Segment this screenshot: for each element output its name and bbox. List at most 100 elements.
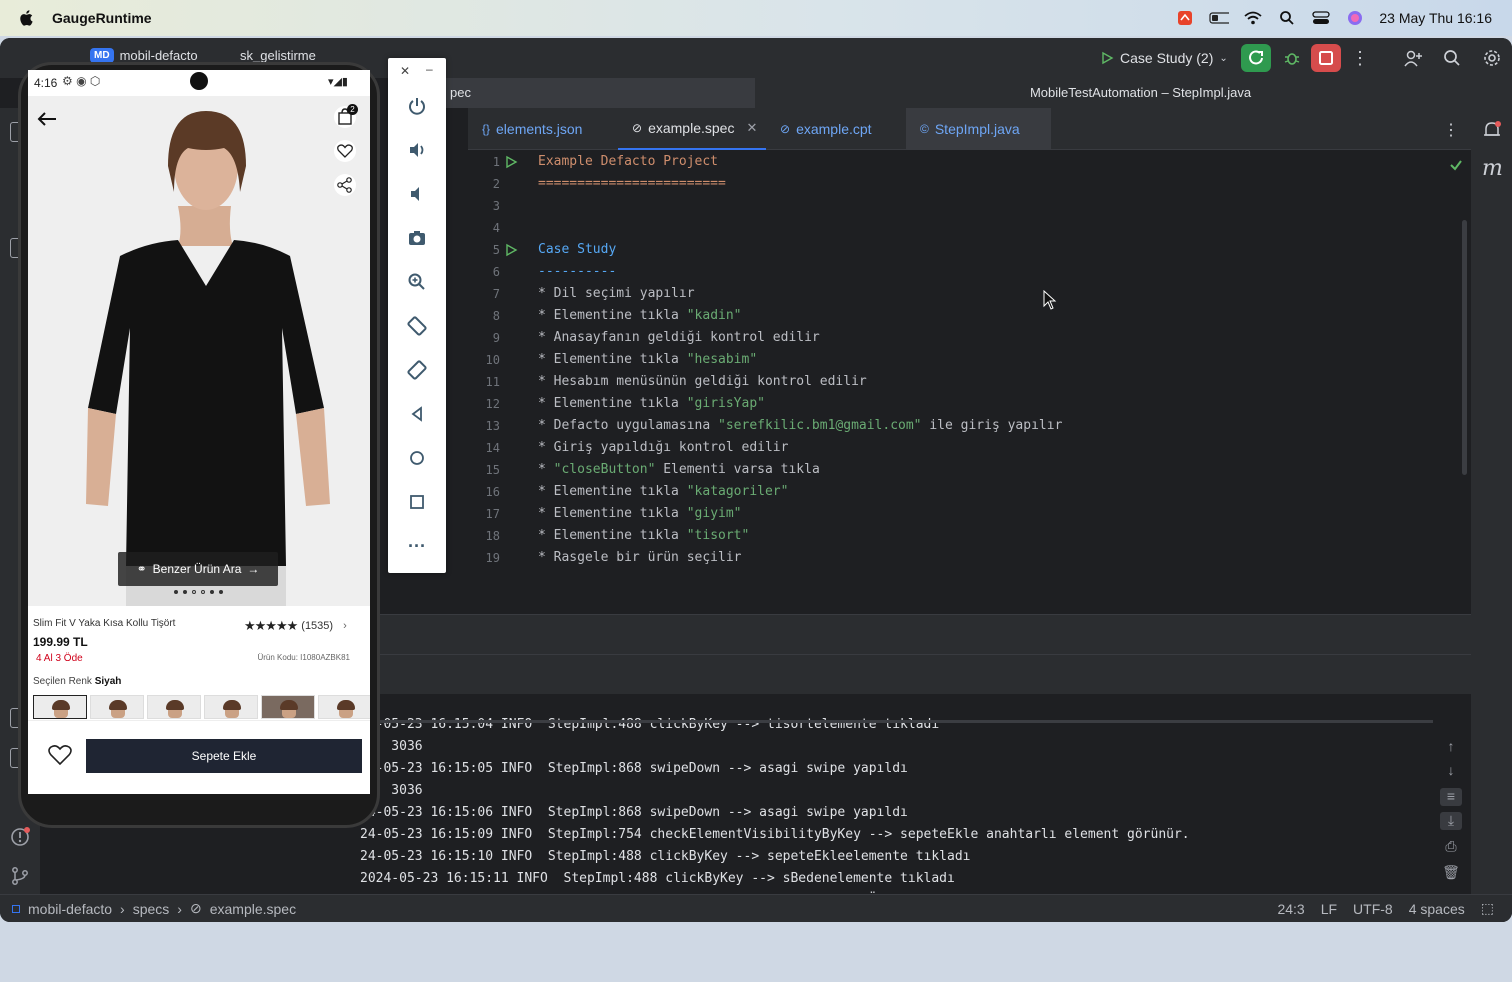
siri-icon[interactable] [1345,10,1365,26]
code-line[interactable]: 6 ---------- [468,261,1471,283]
notifications-bell-icon[interactable] [1482,120,1502,140]
add-favorite-heart-icon[interactable] [46,741,74,769]
scroll-to-end-icon[interactable]: ⤓ [1440,812,1462,830]
tab-example-spec[interactable]: ⊘ example.spec ✕ [618,108,766,150]
arrow-up-icon[interactable]: ↑ [1440,738,1462,756]
project-widget[interactable]: MD mobil-defacto [90,48,198,63]
code-line[interactable]: 8 * Elementine tıkla "kadin" [468,305,1471,327]
power-button[interactable] [405,94,429,118]
minimize-icon[interactable]: – [426,62,433,76]
menu-bar-clock[interactable]: 23 May Thu 16:16 [1379,10,1492,26]
code-line[interactable]: 9 * Anasayfanın geldiği kontrol edilir [468,327,1471,349]
status-app-icon[interactable] [1175,10,1195,26]
plugin-m-icon[interactable]: m [1482,156,1503,181]
zoom-button[interactable] [405,270,429,294]
code-line[interactable]: 4 [468,217,1471,239]
code-line[interactable]: 17 * Elementine tıkla "giyim" [468,503,1471,525]
code-editor[interactable]: 1 Example Defacto Project 2 ===============… [468,150,1471,614]
no-problems-check-icon[interactable] [1449,158,1463,172]
trash-icon[interactable]: 🗑 [1440,864,1462,882]
color-swatch[interactable] [261,695,315,719]
close-icon[interactable]: ✕ [400,64,410,78]
file-encoding[interactable]: UTF-8 [1353,901,1393,917]
line-separator[interactable]: LF [1321,901,1337,917]
console-horizontal-scrollbar[interactable] [348,720,1433,723]
code-line[interactable]: 2 ======================== [468,173,1471,195]
stop-button[interactable] [1311,44,1341,72]
breadcrumb-project[interactable]: mobil-defacto [28,901,112,917]
caret-position[interactable]: 24:3 [1277,901,1304,917]
run-gutter-icon[interactable] [504,155,518,169]
code-line[interactable]: 19 * Rasgele bir ürün seçilir [468,547,1471,569]
back-arrow-icon[interactable] [36,110,58,128]
rerun-button[interactable] [1241,44,1271,72]
code-text: * Elementine tıkla "hesabim" [538,349,757,371]
share-button[interactable] [334,174,356,196]
code-line[interactable]: 14 * Giriş yapıldığı kontrol edilir [468,437,1471,459]
product-rating[interactable]: ★★★★★ (1535) › [244,618,347,634]
code-line[interactable]: 7 * Dil seçimi yapılır [468,283,1471,305]
favorite-button[interactable] [334,140,356,162]
home-button[interactable] [405,446,429,470]
editor-scrollbar[interactable] [1462,220,1467,475]
soft-wrap-icon[interactable]: ≡ [1440,788,1462,806]
read-only-lock-icon[interactable]: ⬚ [1481,900,1494,917]
tab-elements-json[interactable]: {} elements.json [468,108,618,150]
code-line[interactable]: 16 * Elementine tıkla "katagoriler" [468,481,1471,503]
settings-button[interactable] [1477,44,1507,72]
spotlight-search-icon[interactable] [1277,10,1297,26]
binoculars-icon: ⚭ [136,562,147,576]
breadcrumb-folder[interactable]: specs [133,901,170,917]
more-actions-icon[interactable]: ⋮ [1345,44,1375,72]
image-pagination-dots[interactable] [174,590,223,594]
run-gutter-icon[interactable] [504,243,518,257]
arrow-down-icon[interactable]: ↓ [1440,762,1462,780]
code-line[interactable]: 10 * Elementine tıkla "hesabim" [468,349,1471,371]
apple-icon[interactable] [18,9,36,27]
run-configuration-selector[interactable]: Case Study (2) ⌄ [1100,46,1228,70]
code-line[interactable]: 5 Case Study [468,239,1471,261]
indent-setting[interactable]: 4 spaces [1409,901,1465,917]
battery-icon[interactable] [1209,10,1230,26]
active-app-name[interactable]: GaugeRuntime [52,10,152,26]
close-tab-icon[interactable]: ✕ [746,120,757,136]
more-tabs-icon[interactable]: ⋮ [1443,120,1459,140]
tab-example-cpt[interactable]: ⊘ example.cpt [766,108,906,150]
code-line[interactable]: 15 * "closeButton" Elementi varsa tıkla [468,459,1471,481]
color-swatch[interactable] [33,695,87,719]
code-line[interactable]: 3 [468,195,1471,217]
git-branch-icon[interactable] [10,866,30,886]
print-icon[interactable]: ⎙ [1440,838,1462,856]
screenshot-button[interactable] [405,226,429,250]
product-image[interactable]: 2 [28,96,370,606]
code-line[interactable]: 1 Example Defacto Project [468,151,1471,173]
code-with-me-button[interactable] [1398,44,1428,72]
code-line[interactable]: 18 * Elementine tıkla "tisort" [468,525,1471,547]
color-swatch[interactable] [204,695,258,719]
add-to-cart-button[interactable]: Sepete Ekle [86,739,362,773]
more-options-icon[interactable]: ··· [405,534,429,558]
debug-button[interactable] [1277,44,1307,72]
volume-up-button[interactable] [405,138,429,162]
control-center-icon[interactable] [1311,10,1331,26]
code-line[interactable]: 13 * Defacto uygulamasına "serefkilic.bm1… [468,415,1471,437]
color-swatch[interactable] [90,695,144,719]
code-line[interactable]: 11 * Hesabım menüsünün geldiği kontrol ed… [468,371,1471,393]
cart-button[interactable]: 2 [334,104,358,128]
volume-down-button[interactable] [405,182,429,206]
rotate-left-button[interactable] [405,314,429,338]
tab-stepimpl-java[interactable]: © StepImpl.java [906,108,1051,150]
back-button[interactable] [405,402,429,426]
color-swatch[interactable] [318,695,370,719]
search-everywhere-button[interactable] [1437,44,1467,72]
problems-icon[interactable] [9,826,31,848]
color-swatch[interactable] [147,695,201,719]
breadcrumb-file[interactable]: example.spec [210,901,296,917]
overview-button[interactable] [405,490,429,514]
run-console[interactable]: 24-05-23 16:15:04 INFO StepImpl:488 clic… [348,694,1471,894]
code-line[interactable]: 12 * Elementine tıkla "girisYap" [468,393,1471,415]
rotate-right-button[interactable] [405,358,429,382]
wifi-icon[interactable] [1243,10,1263,26]
find-similar-button[interactable]: ⚭ Benzer Ürün Ara → [118,552,278,586]
vcs-branch-widget[interactable]: sk_gelistirme [240,48,316,63]
